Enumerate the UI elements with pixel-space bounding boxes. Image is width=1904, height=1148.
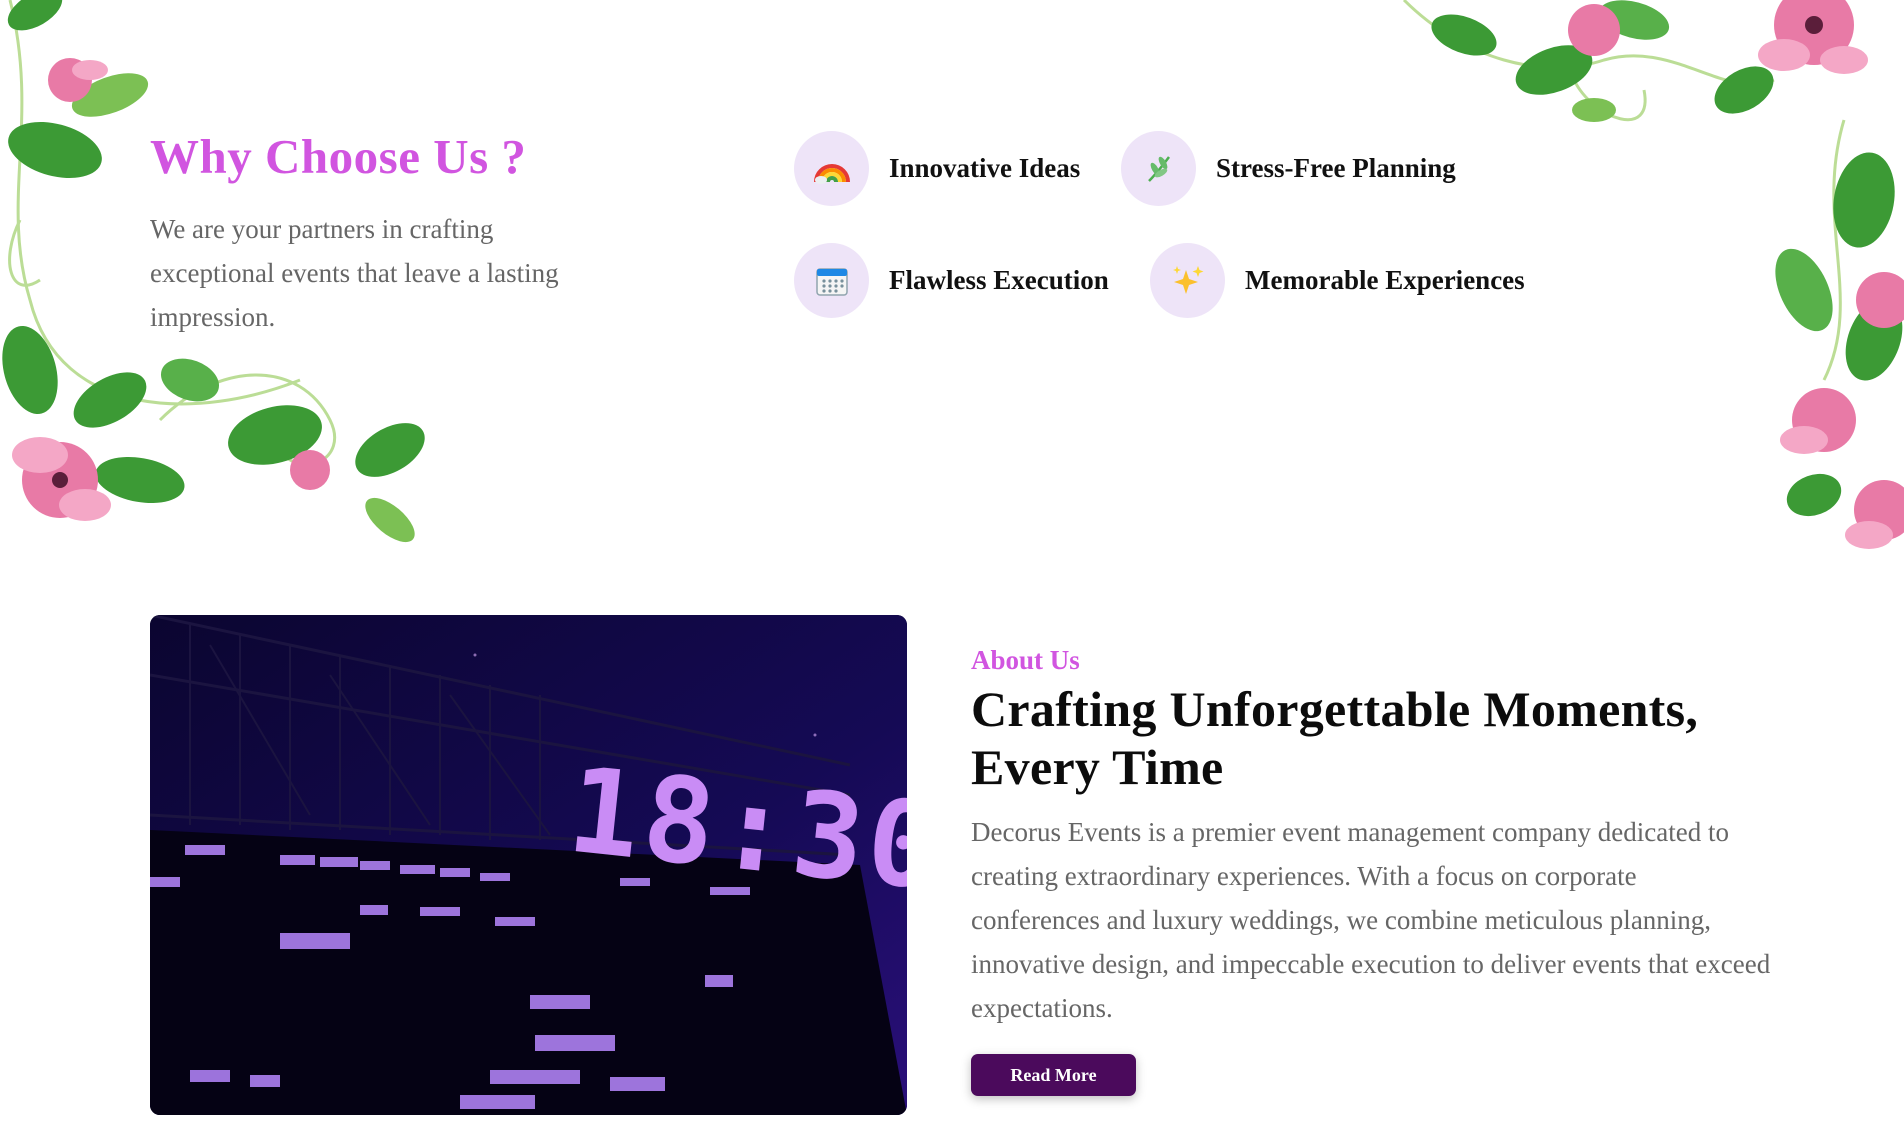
herb-icon [1121, 131, 1196, 206]
why-choose-us-title: Why Choose Us ? [150, 129, 527, 184]
about-heading: Crafting Unforgettable Moments, Every Ti… [971, 681, 1699, 795]
night-building-clock-image: 18:30 [150, 615, 907, 1115]
about-eyebrow: About Us [971, 645, 1080, 675]
feature-label: Innovative Ideas [889, 153, 1081, 183]
feature-flawless-execution: Flawless Execution [794, 243, 1109, 318]
feature-innovative-ideas: Innovative Ideas [794, 131, 1080, 206]
why-choose-us-section: Why Choose Us ? We are your partners in … [150, 128, 610, 339]
about-us-section: About Us Crafting Unforgettable Moments,… [971, 645, 1771, 1096]
feature-label: Flawless Execution [889, 265, 1109, 295]
feature-memorable-experiences: Memorable Experiences [1150, 243, 1525, 318]
feature-label: Memorable Experiences [1245, 265, 1525, 295]
sparkles-icon [1150, 243, 1225, 318]
feature-stress-free-planning: Stress-Free Planning [1121, 131, 1456, 206]
about-photo: 18:30 [150, 615, 907, 1115]
rainbow-icon [794, 131, 869, 206]
feature-label: Stress-Free Planning [1216, 153, 1456, 183]
read-more-button[interactable]: Read More [971, 1054, 1136, 1096]
about-body: Decorus Events is a premier event manage… [971, 817, 1771, 1023]
calendar-icon [794, 243, 869, 318]
why-choose-us-description: We are your partners in crafting excepti… [150, 214, 559, 332]
features-grid: Innovative Ideas Stress-Free Planning Fl… [794, 131, 1594, 321]
